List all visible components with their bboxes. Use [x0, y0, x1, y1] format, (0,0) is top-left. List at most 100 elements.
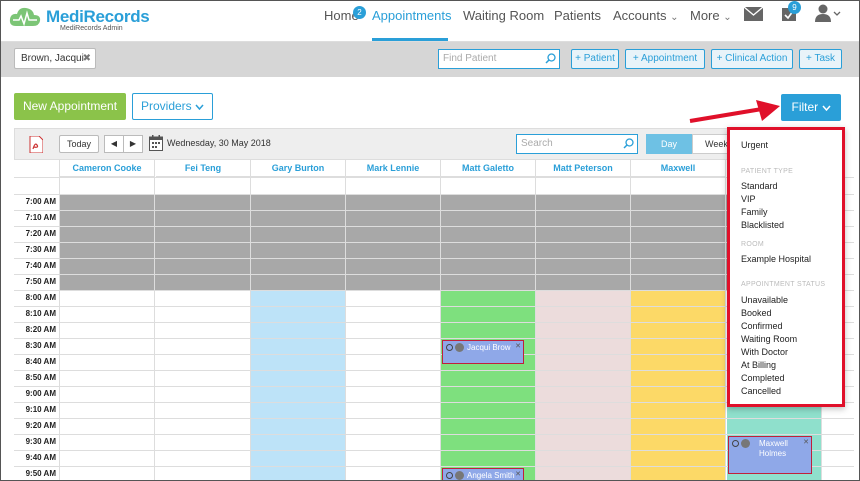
provider-column-header[interactable]: Matt Peterson — [536, 160, 631, 177]
appointment-block[interactable]: Angela Smith ✕ — [442, 468, 524, 481]
brand-logo[interactable]: MediRecords MediRecords Admin — [8, 4, 168, 36]
today-button[interactable]: Today — [59, 135, 99, 153]
add-appointment-button[interactable]: + Appointment — [625, 49, 705, 69]
room-header: ROOM — [741, 241, 764, 248]
appointment-patient-name: Maxwell Holmes — [759, 439, 788, 458]
filter-option-completed[interactable]: Completed — [741, 373, 785, 383]
nav-patients[interactable]: Patients — [554, 8, 601, 23]
filter-option-urgent[interactable]: Urgent — [741, 140, 768, 150]
grid-line — [250, 160, 251, 481]
time-slot-label: 8:00 AM — [25, 293, 56, 302]
time-slot-label: 7:30 AM — [25, 245, 56, 254]
add-clinical-action-button[interactable]: + Clinical Action — [711, 49, 793, 69]
nav-accounts[interactable]: Accounts ⌄ — [613, 8, 679, 23]
active-tab-indicator — [372, 38, 448, 41]
filter-option-example-hospital[interactable]: Example Hospital — [741, 254, 811, 264]
mail-icon[interactable] — [744, 7, 763, 21]
appointment-status-header: APPOINTMENT STATUS — [741, 281, 826, 288]
search-icon[interactable] — [545, 53, 556, 64]
close-icon[interactable]: ✕ — [803, 438, 809, 446]
calendar-toolbar: Today ◀ ▶ Wednesday, 30 May 2018 Search … — [14, 128, 844, 160]
filter-option-blacklisted[interactable]: Blacklisted — [741, 220, 784, 230]
filter-option-cancelled[interactable]: Cancelled — [741, 386, 781, 396]
brand-subtitle: MediRecords Admin — [60, 25, 123, 32]
next-day-button[interactable]: ▶ — [123, 135, 143, 153]
providers-dropdown[interactable]: Providers — [132, 93, 213, 120]
provider-column-header[interactable]: Fei Teng — [156, 160, 251, 177]
providers-label: Providers — [140, 99, 192, 113]
filter-option-standard[interactable]: Standard — [741, 181, 778, 191]
calendar-icon[interactable] — [149, 135, 163, 151]
current-date: Wednesday, 30 May 2018 — [167, 138, 271, 148]
close-icon[interactable]: ✖ — [83, 49, 91, 68]
week-view-button[interactable]: Week — [692, 134, 732, 154]
pdf-icon[interactable] — [29, 136, 43, 153]
selected-patient-tag[interactable]: Brown, Jacqui ✖ — [14, 48, 96, 69]
appointment-patient-name: Jacqui Brow — [467, 343, 511, 352]
provider-column-header[interactable]: Matt Galetto — [441, 160, 536, 177]
day-view-button[interactable]: Day — [646, 134, 692, 154]
status-cycle-icon[interactable] — [732, 440, 739, 447]
time-slot-label: 9:30 AM — [25, 437, 56, 446]
time-slot-label: 8:50 AM — [25, 373, 56, 382]
provider-column-header[interactable]: Mark Lennie — [346, 160, 441, 177]
grid-line — [535, 160, 536, 481]
prev-day-button[interactable]: ◀ — [104, 135, 124, 153]
provider-column-header[interactable]: Gary Burton — [251, 160, 346, 177]
patient-avatar-icon — [455, 343, 464, 352]
nav-appointments[interactable]: Appointments — [372, 8, 452, 23]
find-patient-input[interactable]: Find Patient — [438, 49, 560, 69]
filter-button[interactable]: Filter — [781, 94, 841, 121]
annotation-arrow-icon — [689, 100, 780, 123]
filter-option-waiting-room[interactable]: Waiting Room — [741, 334, 797, 344]
grid-line — [440, 160, 441, 481]
status-cycle-icon[interactable] — [446, 472, 453, 479]
grid-line — [14, 418, 854, 419]
grid-line — [345, 160, 346, 481]
home-badge: 2 — [353, 6, 366, 19]
status-cycle-icon[interactable] — [446, 344, 453, 351]
time-slot-label: 7:50 AM — [25, 277, 56, 286]
close-icon[interactable]: ✕ — [515, 342, 521, 350]
search-icon[interactable] — [623, 138, 634, 149]
appointment-patient-name: Angela Smith — [467, 471, 515, 480]
tasks-badge: 9 — [788, 1, 801, 14]
time-slot-label: 7:20 AM — [25, 229, 56, 238]
time-slot-label: 9:40 AM — [25, 453, 56, 462]
chevron-down-icon: ⌄ — [670, 12, 679, 23]
appointment-block[interactable]: Maxwell Holmes ✕ — [728, 436, 812, 474]
patient-avatar-icon — [741, 439, 750, 448]
chevron-down-icon — [195, 104, 204, 111]
nav-waiting-room[interactable]: Waiting Room — [463, 8, 544, 23]
time-slot-label: 8:30 AM — [25, 341, 56, 350]
close-icon[interactable]: ✕ — [515, 470, 521, 478]
user-icon[interactable] — [815, 4, 841, 22]
nav-accounts-label: Accounts — [613, 8, 667, 23]
new-appointment-button[interactable]: New Appointment — [14, 93, 126, 120]
filter-option-family[interactable]: Family — [741, 207, 768, 217]
filter-option-booked[interactable]: Booked — [741, 308, 772, 318]
calendar-search-input[interactable]: Search — [516, 134, 638, 154]
filter-option-unavailable[interactable]: Unavailable — [741, 295, 788, 305]
top-navbar: MediRecords MediRecords Admin Home 2 App… — [0, 0, 860, 42]
add-task-button[interactable]: + Task — [799, 49, 842, 69]
provider-column-header[interactable]: Maxwell — [631, 160, 726, 177]
chevron-down-icon: ⌄ — [723, 12, 732, 23]
patient-type-header: PATIENT TYPE — [741, 168, 794, 175]
filter-option-confirmed[interactable]: Confirmed — [741, 321, 783, 331]
brand-name: MediRecords — [46, 7, 150, 26]
patient-avatar-icon — [455, 471, 464, 480]
time-slot-label: 8:40 AM — [25, 357, 56, 366]
patient-tag-label: Brown, Jacqui — [21, 53, 84, 64]
filter-option-at-billing[interactable]: At Billing — [741, 360, 776, 370]
add-patient-button[interactable]: + Patient — [571, 49, 619, 69]
filter-option-vip[interactable]: VIP — [741, 194, 756, 204]
filter-option-with-doctor[interactable]: With Doctor — [741, 347, 788, 357]
grid-line — [59, 160, 60, 481]
grid-line — [154, 160, 155, 481]
nav-more[interactable]: More ⌄ — [690, 8, 732, 23]
grid-line — [630, 160, 631, 481]
appointment-block[interactable]: Jacqui Brow ✕ — [442, 340, 524, 364]
time-slot-label: 9:50 AM — [25, 469, 56, 478]
provider-column-header[interactable]: Cameron Cooke — [60, 160, 155, 177]
